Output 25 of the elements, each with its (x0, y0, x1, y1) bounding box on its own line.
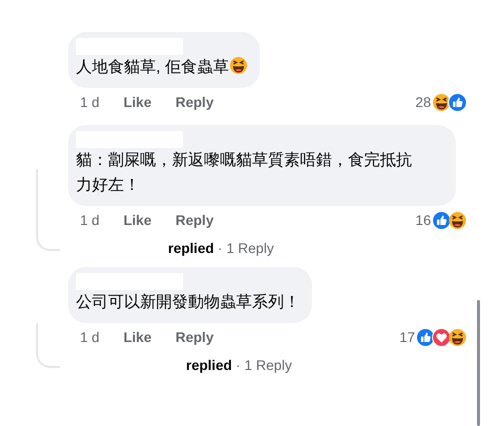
comment-time: 1 d (80, 210, 100, 230)
thread-line (36, 323, 60, 368)
comment-text: 公司可以新開發動物蟲草系列！ (76, 294, 300, 311)
view-replies-link[interactable]: replied · 1 Reply (68, 350, 480, 380)
reply-link[interactable]: Reply (175, 210, 214, 230)
like-link[interactable]: Like (123, 210, 152, 230)
reply-link[interactable]: Reply (175, 326, 214, 348)
comment-text: 人地食貓草, 佢食蟲草 (76, 59, 229, 76)
comment-text: 貓：劏屎嘅，新返嚟嘅貓草質素唔錯，食完抵抗力好左！ (76, 152, 412, 194)
view-replies-link[interactable]: replied · 1 Reply (68, 233, 480, 263)
reaction-count[interactable]: 16 (415, 210, 431, 230)
scrollbar[interactable] (477, 300, 480, 426)
reply-link[interactable]: Reply (175, 92, 214, 112)
like-link[interactable]: Like (123, 92, 152, 112)
comment-time: 1 d (80, 328, 100, 346)
comment-time: 1 d (80, 92, 100, 112)
laughing-emoji-icon (448, 210, 467, 230)
laughing-emoji-icon (228, 56, 248, 75)
thumbs-up-icon (448, 92, 467, 112)
laughing-emoji-icon (432, 92, 451, 112)
thumbs-up-icon (432, 210, 451, 230)
like-link[interactable]: Like (123, 326, 152, 348)
laughing-emoji-icon (448, 328, 467, 346)
reaction-count[interactable]: 17 (399, 326, 415, 348)
reaction-count[interactable]: 28 (415, 92, 431, 112)
